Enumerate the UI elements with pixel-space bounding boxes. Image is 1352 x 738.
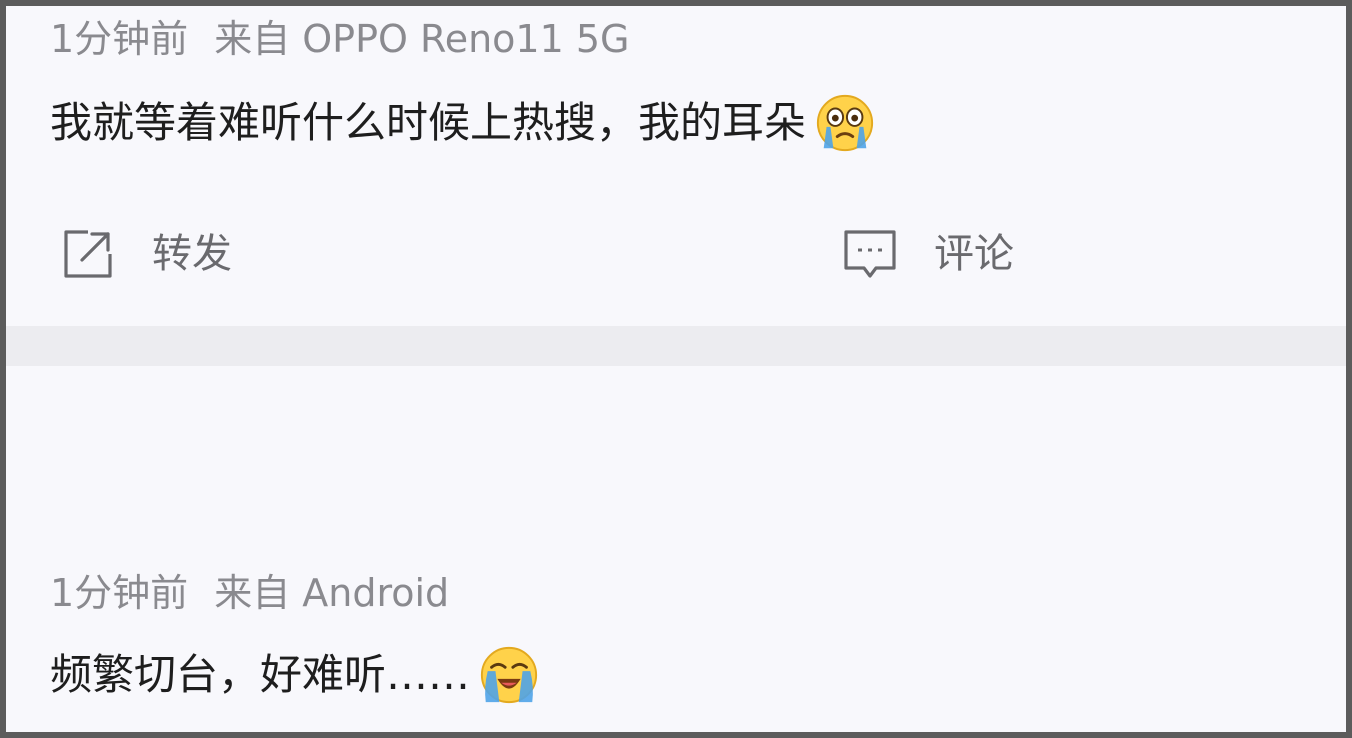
post-text: 我就等着难听什么时候上热搜，我的耳朵	[50, 98, 807, 147]
share-icon	[64, 230, 112, 278]
post-meta: 1分钟前 来自 Android	[50, 570, 449, 616]
post-content: 频繁切台，好难听……	[50, 644, 540, 706]
crying-face-emoji-icon	[816, 94, 874, 152]
post-actions: 转发 评论	[6, 224, 1346, 284]
post-card[interactable]: 1分钟前 来自 OPPO Reno11 5G 我就等着难听什么时候上热搜，我的耳朵	[6, 6, 1346, 326]
feed-screen: 1分钟前 来自 OPPO Reno11 5G 我就等着难听什么时候上热搜，我的耳朵	[6, 6, 1346, 732]
comment-icon	[844, 230, 896, 278]
post-content: 我就等着难听什么时候上热搜，我的耳朵	[50, 92, 876, 154]
comment-button[interactable]: 评论	[840, 224, 1014, 284]
post-meta: 1分钟前 来自 OPPO Reno11 5G	[50, 16, 629, 62]
post-card[interactable]: 1分钟前 来自 Android 频繁切台，好难听……	[6, 546, 1346, 732]
post-source: 来自 Android	[214, 571, 450, 615]
post-source: 来自 OPPO Reno11 5G	[214, 17, 630, 61]
comment-label: 评论	[934, 231, 1014, 277]
post-time: 1分钟前	[50, 17, 189, 61]
loudly-crying-face-emoji-icon	[480, 646, 538, 704]
post-time: 1分钟前	[50, 571, 189, 615]
forward-button[interactable]: 转发	[58, 224, 232, 284]
forward-label: 转发	[152, 231, 232, 277]
post-divider	[6, 326, 1346, 366]
post-text: 频繁切台，好难听……	[50, 650, 471, 699]
